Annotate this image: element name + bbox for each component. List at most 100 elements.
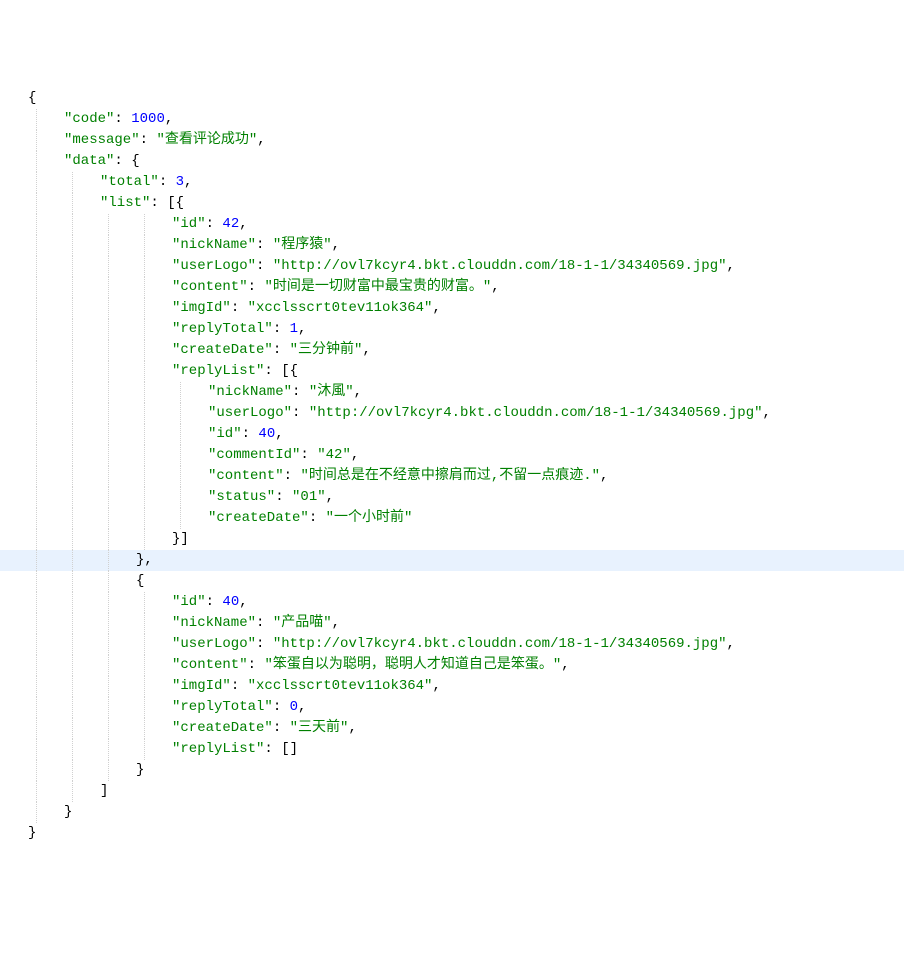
code-line: ] [0, 781, 904, 802]
indent-guide [108, 760, 109, 781]
token-key: "imgId" [172, 300, 231, 316]
indent-guide [36, 277, 37, 298]
code-line: "userLogo": "http://ovl7kcyr4.bkt.cloudd… [0, 634, 904, 655]
indent-guide [36, 718, 37, 739]
token-key: "replyList" [172, 741, 264, 757]
indent-guide [72, 424, 73, 445]
code-line: "replyList": [] [0, 739, 904, 760]
token-punc: : [242, 426, 259, 442]
indent-guide [108, 319, 109, 340]
token-punc: , [275, 426, 283, 442]
token-punc: : [] [264, 741, 298, 757]
token-str: "01" [292, 489, 326, 505]
indent-guide [72, 361, 73, 382]
indent-guide [72, 172, 73, 193]
code-line: "imgId": "xcclsscrt0tev11ok364", [0, 298, 904, 319]
indent-guide [108, 634, 109, 655]
indent-guide [72, 655, 73, 676]
indent-guide [72, 508, 73, 529]
indent-guide [72, 382, 73, 403]
indent-guide [36, 781, 37, 802]
indent-guide [72, 613, 73, 634]
indent-guide [72, 697, 73, 718]
code-line: "userLogo": "http://ovl7kcyr4.bkt.cloudd… [0, 403, 904, 424]
indent-guide [144, 298, 145, 319]
token-punc: ] [100, 783, 108, 799]
indent-guide [180, 508, 181, 529]
token-key: "userLogo" [208, 405, 292, 421]
code-line: "nickName": "沐風", [0, 382, 904, 403]
token-str: "沐風" [309, 384, 354, 400]
indent-guide [36, 340, 37, 361]
indent-guide [144, 487, 145, 508]
token-punc: { [28, 90, 36, 106]
indent-guide [36, 760, 37, 781]
indent-guide [72, 676, 73, 697]
indent-guide [72, 466, 73, 487]
token-key: "message" [64, 132, 140, 148]
token-punc: }, [136, 552, 153, 568]
indent-guide [36, 109, 37, 130]
indent-guide [180, 487, 181, 508]
token-punc: : [309, 510, 326, 526]
token-punc: , [332, 237, 340, 253]
indent-guide [108, 277, 109, 298]
indent-guide [36, 445, 37, 466]
indent-guide [36, 130, 37, 151]
indent-guide [144, 277, 145, 298]
indent-guide [36, 529, 37, 550]
token-punc: , [362, 342, 370, 358]
indent-guide [36, 193, 37, 214]
indent-guide [36, 151, 37, 172]
indent-guide [36, 403, 37, 424]
code-line: "imgId": "xcclsscrt0tev11ok364", [0, 676, 904, 697]
token-punc: : [231, 300, 248, 316]
indent-guide [72, 340, 73, 361]
indent-guide [72, 319, 73, 340]
token-punc: : [256, 636, 273, 652]
token-punc: , [432, 678, 440, 694]
indent-guide [144, 214, 145, 235]
indent-guide [144, 508, 145, 529]
token-punc: } [28, 825, 36, 841]
token-punc: : [292, 384, 309, 400]
indent-guide [108, 550, 109, 571]
indent-guide [144, 529, 145, 550]
indent-guide [180, 403, 181, 424]
token-punc: : [284, 468, 301, 484]
indent-guide [144, 340, 145, 361]
token-str: "42" [317, 447, 351, 463]
indent-guide [144, 718, 145, 739]
indent-guide [144, 403, 145, 424]
indent-guide [108, 592, 109, 613]
token-key: "createDate" [172, 720, 273, 736]
token-key: "replyList" [172, 363, 264, 379]
token-key: "commentId" [208, 447, 300, 463]
token-str: "笨蛋自以为聪明，聪明人才知道自己是笨蛋。" [264, 657, 561, 673]
indent-guide [144, 613, 145, 634]
indent-guide [72, 214, 73, 235]
indent-guide [108, 676, 109, 697]
token-punc: , [351, 447, 359, 463]
code-line: "data": { [0, 151, 904, 172]
indent-guide [144, 319, 145, 340]
token-punc: : [292, 405, 309, 421]
token-num: 3 [176, 174, 184, 190]
indent-guide [36, 424, 37, 445]
token-punc: : [206, 216, 223, 232]
indent-guide [36, 319, 37, 340]
token-str: "三天前" [290, 720, 349, 736]
indent-guide [108, 361, 109, 382]
code-line: "id": 42, [0, 214, 904, 235]
code-line: "content": "时间总是在不经意中擦肩而过,不留一点痕迹.", [0, 466, 904, 487]
indent-guide [36, 361, 37, 382]
code-line: "replyList": [{ [0, 361, 904, 382]
token-key: "userLogo" [172, 258, 256, 274]
token-key: "replyTotal" [172, 321, 273, 337]
token-punc: , [298, 699, 306, 715]
indent-guide [180, 424, 181, 445]
token-punc: , [348, 720, 356, 736]
token-key: "nickName" [208, 384, 292, 400]
indent-guide [36, 298, 37, 319]
json-code-block: {"code": 1000,"message": "查看评论成功","data"… [0, 88, 904, 844]
